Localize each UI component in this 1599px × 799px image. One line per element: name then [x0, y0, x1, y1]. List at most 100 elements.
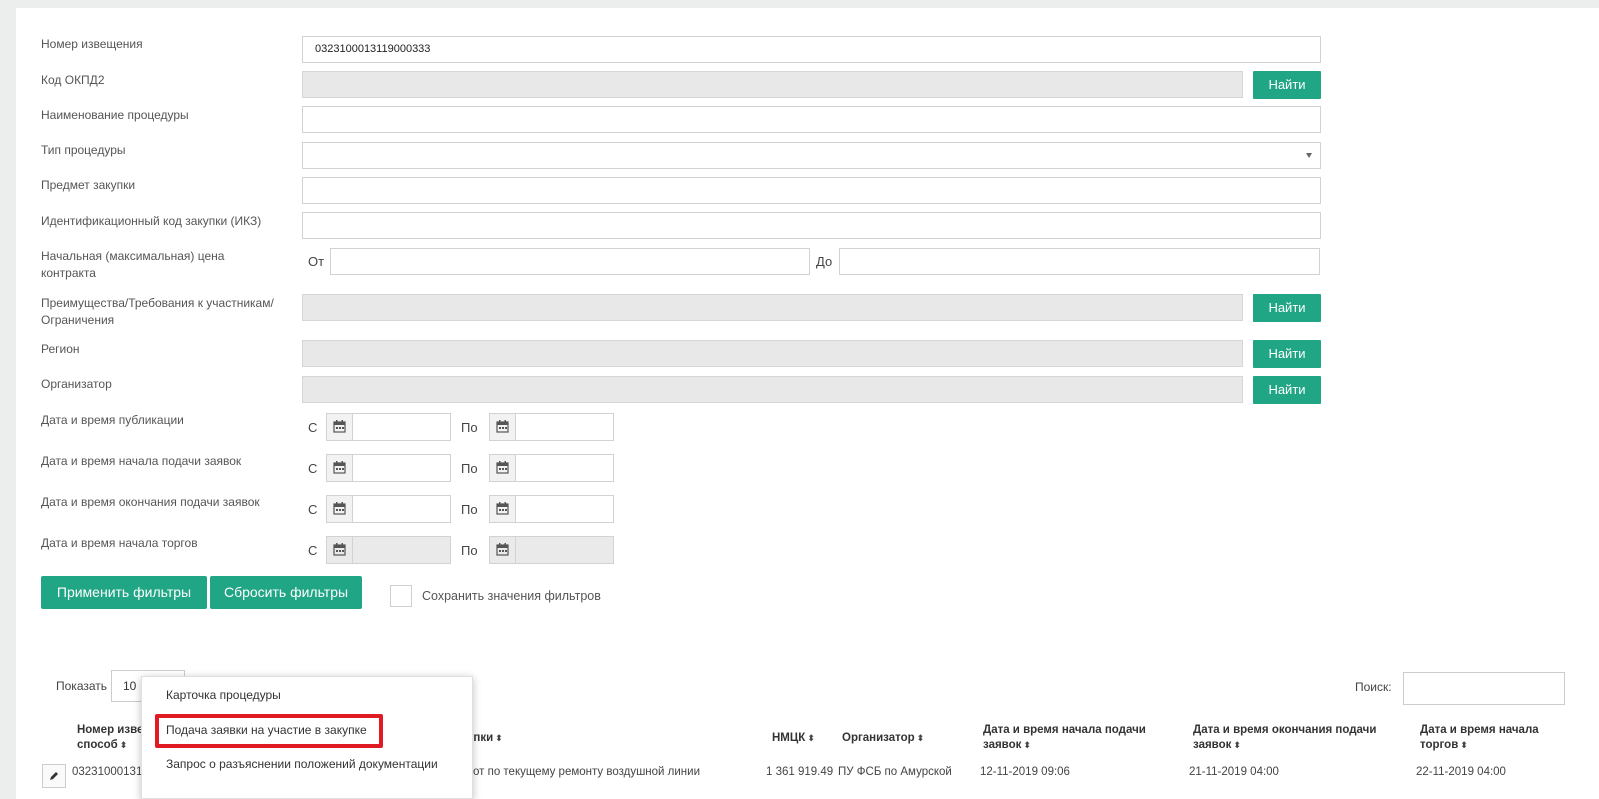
- cell-organizer: ПУ ФСБ по Амурской: [838, 766, 952, 778]
- search-label: Поиск:: [1355, 680, 1392, 694]
- date-to-input[interactable]: [489, 536, 614, 564]
- date-to-label: По: [461, 461, 478, 476]
- ikz-label: Идентификационный код закупки (ИКЗ): [41, 214, 262, 228]
- organizer-input[interactable]: [302, 376, 1243, 403]
- calendar-button[interactable]: [327, 496, 353, 522]
- cell-trade: 22-11-2019 04:00: [1416, 766, 1506, 778]
- col-header-start-line1: Дата и время начала подачи: [983, 724, 1146, 736]
- procedure-type-label: Тип процедуры: [41, 143, 126, 157]
- procedure-type-select[interactable]: [302, 142, 1321, 169]
- date-from-input[interactable]: [326, 536, 451, 564]
- col-header-number-line1: Номер изве: [77, 724, 144, 736]
- col-header-trade-line1: Дата и время начала: [1420, 724, 1539, 736]
- col-header-start-line2: заявок: [983, 739, 1022, 751]
- ikz-input[interactable]: [302, 212, 1321, 239]
- publication-date-label: Дата и время публикации: [41, 413, 184, 427]
- procedure-name-label: Наименование процедуры: [41, 108, 189, 122]
- calendar-button[interactable]: [327, 537, 353, 563]
- procedure-name-input[interactable]: [302, 106, 1321, 133]
- date-to-input[interactable]: [489, 495, 614, 523]
- price-label-line1: Начальная (максимальная) цена: [41, 249, 225, 263]
- okpd2-input[interactable]: [302, 71, 1243, 98]
- organizer-label: Организатор: [41, 377, 112, 391]
- advantages-label-line2: Ограничения: [41, 313, 115, 327]
- col-header-nmck-text: НМЦК: [772, 732, 806, 744]
- price-from-input[interactable]: [330, 248, 810, 275]
- calendar-button[interactable]: [327, 455, 353, 481]
- submission-start-label: Дата и время начала подачи заявок: [41, 454, 242, 468]
- price-label: Начальная (максимальная) цена контракта: [41, 248, 224, 282]
- col-header-organizer[interactable]: Организатор ⬍: [842, 731, 924, 746]
- col-header-number[interactable]: Номер изве способ ⬍: [77, 723, 143, 753]
- menu-item-procedure-card[interactable]: Карточка процедуры: [166, 688, 281, 702]
- advantages-label: Преимущества/Требования к участникам/ Ог…: [41, 295, 274, 329]
- region-input[interactable]: [302, 340, 1243, 367]
- cell-nmck: 1 361 919.49: [766, 766, 834, 778]
- advantages-find-button[interactable]: Найти: [1253, 294, 1321, 322]
- organizer-find-button[interactable]: Найти: [1253, 376, 1321, 404]
- col-header-end[interactable]: Дата и время окончания подачи заявок ⬍: [1193, 723, 1376, 753]
- date-to-label: По: [461, 420, 478, 435]
- cell-subject: абот по текущему ремонту воздушной линии: [460, 766, 700, 778]
- sort-icon: ⬍: [119, 740, 128, 750]
- cell-end: 21-11-2019 04:00: [1189, 766, 1279, 778]
- calendar-button[interactable]: [490, 496, 516, 522]
- region-find-button[interactable]: Найти: [1253, 340, 1321, 368]
- advantages-input[interactable]: [302, 294, 1243, 321]
- submission-end-label: Дата и время окончания подачи заявок: [41, 495, 260, 509]
- save-filters-label: Сохранить значения фильтров: [422, 589, 601, 603]
- table-search-input[interactable]: [1403, 672, 1565, 705]
- menu-item-clarification-request[interactable]: Запрос о разъяснении положений документа…: [166, 757, 438, 771]
- calendar-button[interactable]: [490, 455, 516, 481]
- sort-icon: ⬍: [495, 733, 503, 743]
- date-to-input[interactable]: [489, 413, 614, 441]
- notice-number-input[interactable]: 0323100013119000333: [302, 36, 1321, 63]
- col-header-trade-line2: торгов: [1420, 739, 1459, 751]
- purchase-subject-label: Предмет закупки: [41, 178, 136, 192]
- sort-icon: ⬍: [1233, 740, 1241, 750]
- notice-number-label: Номер извещения: [41, 37, 143, 51]
- pencil-icon: [50, 772, 58, 780]
- save-filters-checkbox[interactable]: [390, 585, 412, 607]
- date-from-label: С: [308, 543, 318, 558]
- trade-start-label: Дата и время начала торгов: [41, 536, 198, 550]
- purchase-subject-input[interactable]: [302, 177, 1321, 204]
- sort-icon: ⬍: [1023, 740, 1031, 750]
- page-size-value: 10: [123, 679, 137, 693]
- col-header-trade[interactable]: Дата и время начала торгов ⬍: [1420, 723, 1539, 753]
- date-to-input[interactable]: [489, 454, 614, 482]
- calendar-button[interactable]: [490, 414, 516, 440]
- show-label: Показать: [56, 679, 108, 693]
- okpd2-label: Код ОКПД2: [41, 73, 105, 87]
- date-to-label: По: [461, 543, 478, 558]
- apply-filters-button[interactable]: Применить фильтры: [41, 576, 207, 609]
- cell-number: 032310001311: [72, 766, 148, 778]
- edit-button[interactable]: [42, 764, 66, 788]
- price-to-input[interactable]: [839, 248, 1320, 275]
- col-header-start[interactable]: Дата и время начала подачи заявок ⬍: [983, 723, 1146, 753]
- col-header-end-line2: заявок: [1193, 739, 1232, 751]
- okpd2-find-button[interactable]: Найти: [1253, 71, 1321, 99]
- sort-icon: ⬍: [1460, 740, 1468, 750]
- date-from-input[interactable]: [326, 413, 451, 441]
- date-to-label: По: [461, 502, 478, 517]
- date-from-label: С: [308, 420, 318, 435]
- date-from-input[interactable]: [326, 454, 451, 482]
- highlight-box: [155, 714, 383, 748]
- col-header-number-line2: способ: [77, 739, 118, 751]
- chevron-down-icon: [1306, 153, 1312, 158]
- col-header-end-line1: Дата и время окончания подачи: [1193, 724, 1377, 736]
- calendar-button[interactable]: [327, 414, 353, 440]
- price-label-line2: контракта: [41, 266, 96, 280]
- calendar-button[interactable]: [490, 537, 516, 563]
- sort-icon: ⬍: [807, 733, 815, 743]
- region-label: Регион: [41, 342, 80, 356]
- cell-start: 12-11-2019 09:06: [980, 766, 1070, 778]
- date-from-label: С: [308, 461, 318, 476]
- date-from-label: С: [308, 502, 318, 517]
- sort-icon: ⬍: [916, 733, 925, 743]
- date-from-input[interactable]: [326, 495, 451, 523]
- col-header-nmck[interactable]: НМЦК ⬍: [772, 731, 815, 746]
- col-header-organizer-text: Организатор: [842, 732, 915, 744]
- reset-filters-button[interactable]: Сбросить фильтры: [210, 576, 362, 609]
